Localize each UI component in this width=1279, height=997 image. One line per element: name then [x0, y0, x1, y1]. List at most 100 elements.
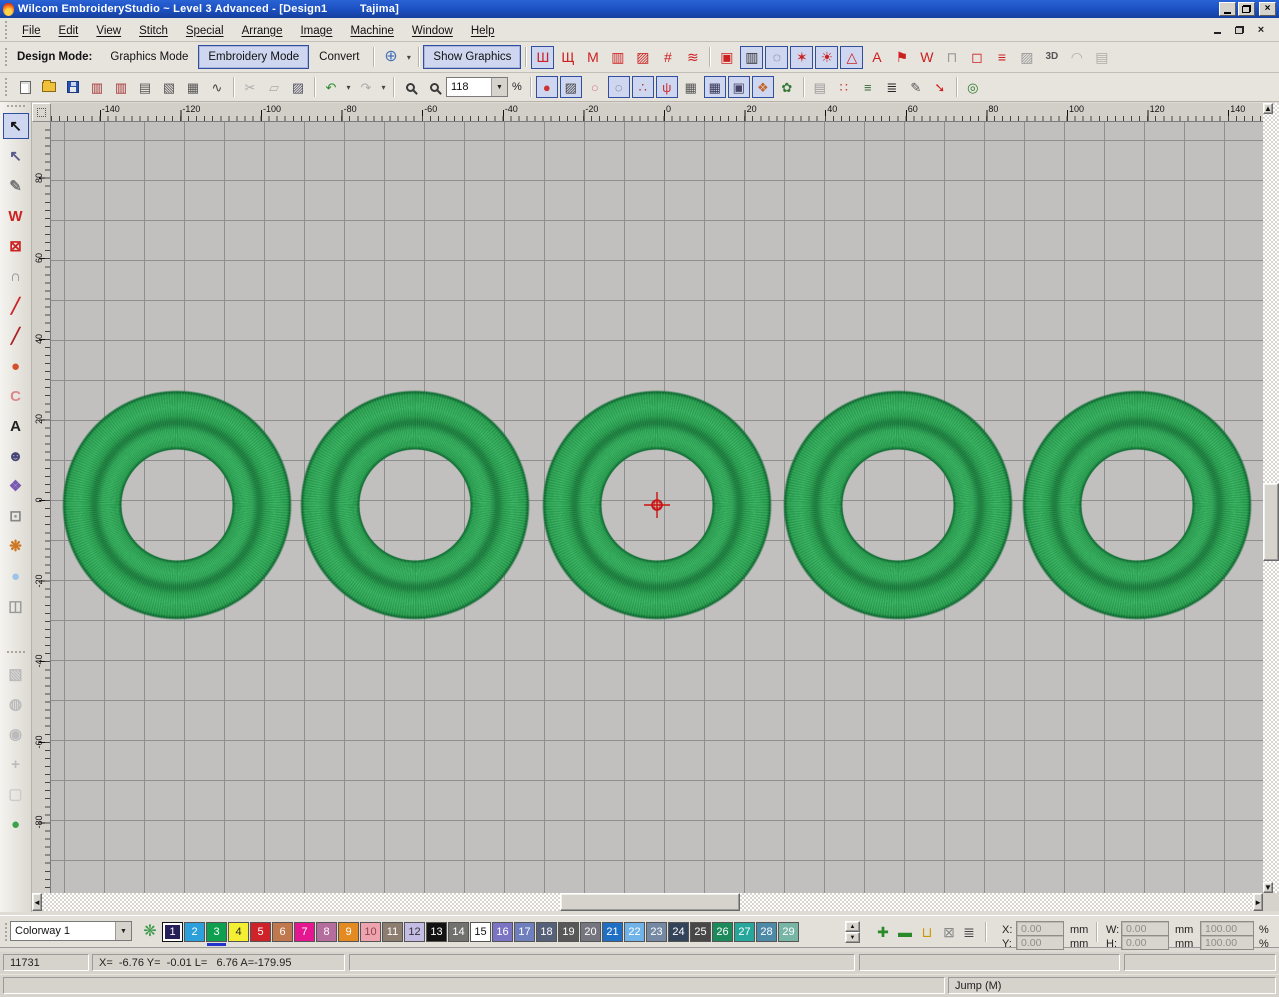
monogramming-tool[interactable]: ❖ — [3, 473, 29, 499]
color-swatch-24[interactable]: 24 — [668, 922, 689, 942]
show-rulers-icon[interactable]: ▦ — [704, 76, 726, 98]
auto-digitizer-tool[interactable]: ⊠ — [3, 233, 29, 259]
triangle-fill-icon[interactable]: △ — [840, 46, 863, 69]
new-design-icon[interactable] — [14, 76, 36, 98]
doc-minimize-button[interactable] — [1209, 23, 1225, 36]
undo-icon[interactable]: ↶ — [320, 76, 342, 98]
menu-file[interactable]: File — [13, 22, 50, 40]
menu-special[interactable]: Special — [177, 22, 233, 40]
zoom-tool-icon[interactable] — [423, 76, 445, 98]
no-fill-icon[interactable]: ⊠ — [938, 921, 960, 943]
show-grid-icon[interactable]: ▦ — [680, 76, 702, 98]
effect-3d-icon[interactable]: 3D — [1040, 46, 1063, 69]
wave-effect-icon[interactable]: W — [915, 46, 938, 69]
print-preview-icon[interactable]: ▧ — [158, 76, 180, 98]
contour-stitch-icon[interactable]: ≋ — [681, 46, 704, 69]
star-fill-icon[interactable]: ✶ — [790, 46, 813, 69]
color-swatch-29[interactable]: 29 — [778, 922, 799, 942]
palette-scroll-down[interactable]: ▼ — [845, 932, 860, 943]
zoom-combo-dropdown-icon[interactable]: ▼ — [491, 78, 507, 96]
stitch-player-icon[interactable]: ∿ — [206, 76, 228, 98]
print-icon[interactable]: ▤ — [134, 76, 156, 98]
read-machine-file-icon[interactable]: ▥ — [110, 76, 132, 98]
menu-stitch[interactable]: Stitch — [130, 22, 177, 40]
satin-stitch-icon[interactable]: Ш — [531, 46, 554, 69]
freehand-embroidery-tool[interactable]: W — [3, 203, 29, 229]
embroidery-ring-object[interactable] — [1021, 389, 1253, 621]
offsets-tool[interactable]: ⊡ — [3, 503, 29, 529]
scroll-down-button[interactable]: ▼ — [1263, 882, 1273, 893]
color-object-tool[interactable]: ● — [3, 811, 29, 837]
select-tool[interactable]: ↖ — [3, 113, 29, 139]
show-stitches-icon[interactable]: ● — [536, 76, 558, 98]
toolbox-grip[interactable] — [7, 105, 25, 107]
design-properties-icon[interactable]: ✎ — [905, 76, 927, 98]
design-canvas[interactable] — [51, 122, 1263, 893]
color-swatch-4[interactable]: 4 — [228, 922, 249, 942]
color-swatch-17[interactable]: 17 — [514, 922, 535, 942]
vertical-scroll-thumb[interactable] — [1263, 483, 1279, 561]
color-swatch-3[interactable]: 3 — [206, 922, 227, 942]
color-swatch-18[interactable]: 18 — [536, 922, 557, 942]
colorway-dropdown-icon[interactable]: ▼ — [115, 922, 131, 940]
remove-color-icon[interactable]: ▬ — [894, 921, 916, 943]
scroll-right-button[interactable]: ► — [1253, 893, 1263, 911]
open-design-icon[interactable] — [38, 76, 60, 98]
color-swatch-25[interactable]: 25 — [690, 922, 711, 942]
menubar-grip[interactable] — [5, 21, 10, 39]
closed-object-tool[interactable]: ╱ — [3, 323, 29, 349]
color-swatch-7[interactable]: 7 — [294, 922, 315, 942]
accordion-a-icon[interactable]: A — [865, 46, 888, 69]
column-c-tool[interactable]: ∩ — [3, 263, 29, 289]
undo-dropdown-caret-icon[interactable]: ▾ — [343, 76, 354, 98]
color-swatch-10[interactable]: 10 — [360, 922, 381, 942]
toolbar2-grip[interactable] — [5, 78, 10, 96]
minimize-button[interactable] — [1219, 2, 1236, 16]
horizontal-scroll-thumb[interactable] — [560, 893, 740, 911]
menu-arrange[interactable]: Arrange — [233, 22, 292, 40]
horizontal-scrollbar[interactable]: ◄ ► — [32, 893, 1263, 911]
embroidery-ring-object[interactable] — [61, 389, 293, 621]
scroll-up-button[interactable]: ▲ — [1263, 103, 1273, 114]
write-machine-file-icon[interactable]: ▥ — [86, 76, 108, 98]
add-color-icon[interactable]: ✚ — [872, 921, 894, 943]
radial-fill-icon[interactable]: ☀ — [815, 46, 838, 69]
toolbar1-grip[interactable] — [5, 48, 10, 66]
satin-lines-icon[interactable]: ≡ — [990, 46, 1013, 69]
menu-machine[interactable]: Machine — [341, 22, 402, 40]
scroll-left-button[interactable]: ◄ — [32, 893, 42, 911]
restore-button[interactable] — [1238, 2, 1255, 16]
ruler-corner-button[interactable] — [32, 103, 51, 122]
show-needle-icon[interactable]: ψ — [656, 76, 678, 98]
paste-icon[interactable]: ▨ — [287, 76, 309, 98]
menu-help[interactable]: Help — [462, 22, 504, 40]
color-swatch-11[interactable]: 11 — [382, 922, 403, 942]
program-split-icon[interactable]: ▨ — [631, 46, 654, 69]
color-swatch-1[interactable]: 1 — [162, 922, 183, 942]
color-swatch-19[interactable]: 19 — [558, 922, 579, 942]
graphics-mode-button[interactable]: Graphics Mode — [100, 45, 198, 69]
dotted-circle-icon[interactable]: ◌ — [765, 46, 788, 69]
doc-close-button[interactable]: × — [1253, 23, 1269, 36]
color-swatch-5[interactable]: 5 — [250, 922, 271, 942]
run-stitch-icon[interactable]: ▥ — [606, 46, 629, 69]
applique-tool[interactable]: ☻ — [3, 443, 29, 469]
doc-restore-button[interactable] — [1231, 23, 1247, 36]
color-swatch-27[interactable]: 27 — [734, 922, 755, 942]
redo-dropdown-caret-icon[interactable]: ▾ — [378, 76, 389, 98]
embroidery-mode-button[interactable]: Embroidery Mode — [198, 45, 309, 69]
color-swatch-8[interactable]: 8 — [316, 922, 337, 942]
save-design-icon[interactable] — [62, 76, 84, 98]
open-object-tool[interactable]: ╱ — [3, 293, 29, 319]
zoom-box-icon[interactable] — [399, 76, 421, 98]
embroidery-ring-object[interactable] — [299, 389, 531, 621]
mirror-columns-tool[interactable]: ◫ — [3, 593, 29, 619]
show-graphics-button[interactable]: Show Graphics — [423, 45, 521, 69]
menu-view[interactable]: View — [87, 22, 130, 40]
color-swatch-16[interactable]: 16 — [492, 922, 513, 942]
slow-redraw-icon[interactable]: ✿ — [776, 76, 798, 98]
show-stitch-points-icon[interactable]: ∴ — [632, 76, 654, 98]
color-swatch-13[interactable]: 13 — [426, 922, 447, 942]
thread-dispenser-icon[interactable]: ⊔ — [916, 921, 938, 943]
menu-image[interactable]: Image — [291, 22, 341, 40]
